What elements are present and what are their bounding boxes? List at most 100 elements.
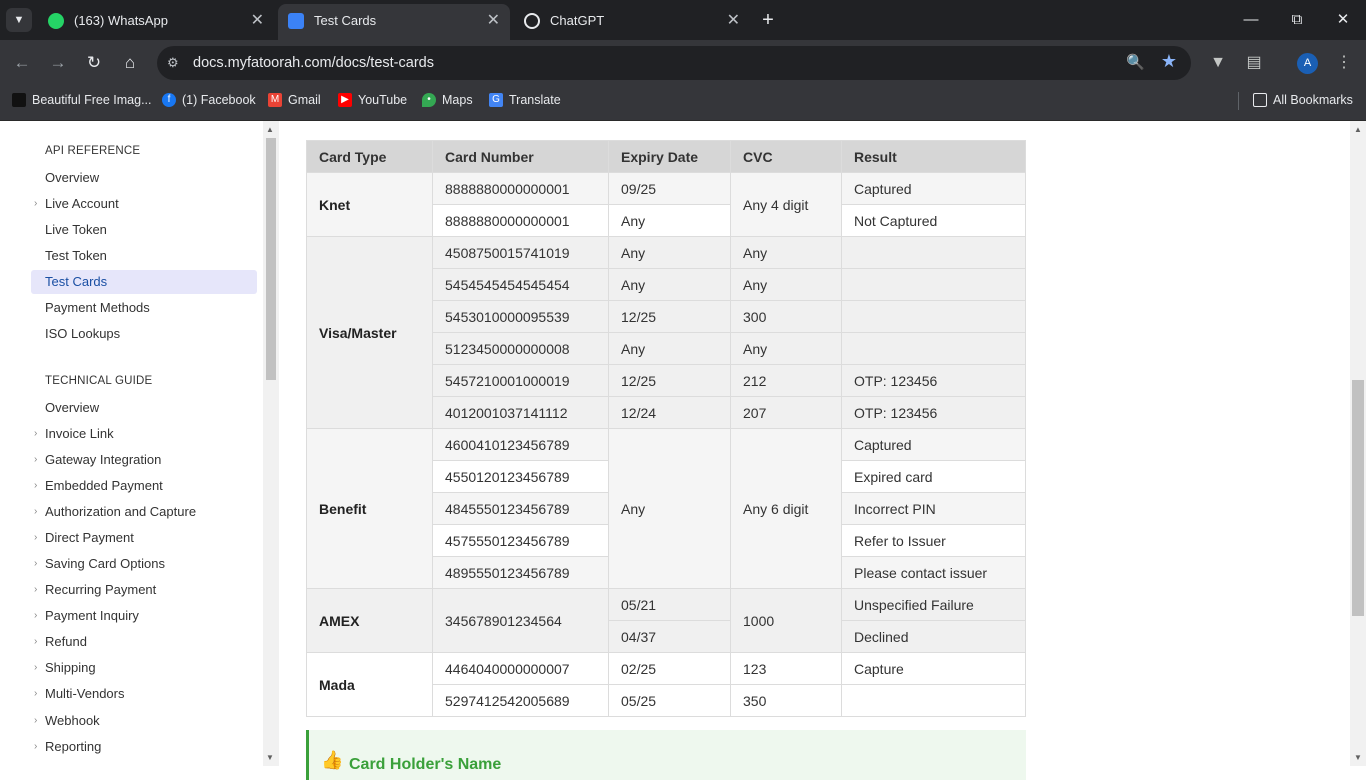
bookmark-item[interactable]: M Gmail [266,86,321,114]
result-cell: Capture [841,652,1026,685]
sidebar-item-multi-vendors[interactable]: › Multi-Vendors [31,682,257,706]
bookmark-label: Translate [509,93,561,107]
chevron-right-icon: › [34,584,38,595]
extensions-icon[interactable]: ▤ [1242,51,1266,75]
forward-button[interactable]: → [46,51,70,75]
sidebar-item-live-account[interactable]: › Live Account [31,192,257,216]
sidebar-item-test-cards[interactable]: Test Cards [31,270,257,294]
column-header: CVC [730,140,842,173]
site-info-icon[interactable]: ⚙ [167,54,185,72]
chatgpt-icon [524,13,540,29]
sidebar-item-test-token[interactable]: Test Token [31,244,257,268]
sidebar-item-label: Test Token [45,248,107,263]
sidebar-item-tech-overview[interactable]: Overview [31,396,257,420]
close-tab-icon[interactable]: ✕ [251,4,264,38]
facebook-icon: f [162,93,176,107]
tab-title: ChatGPT [550,13,605,28]
sidebar-item-gateway-integration[interactable]: › Gateway Integration [31,448,257,472]
sidebar-item-webhook[interactable]: › Webhook [31,709,257,733]
sidebar-item-embedded-payment[interactable]: › Embedded Payment [31,474,257,498]
reload-button[interactable]: ↻ [82,51,106,75]
page-content: API REFERENCE Overview › Live Account Liv… [0,121,1366,780]
card-number-cell: 4508750015741019 [432,236,609,269]
tip-callout: 👍 Card Holder's Name [306,730,1026,780]
sidebar-item-label: Gateway Integration [45,452,162,467]
scrollbar-thumb[interactable] [266,138,276,380]
tab-chatgpt[interactable]: ChatGPT ✕ [514,4,750,40]
bookmark-item[interactable]: f (1) Facebook [160,86,256,114]
chevron-right-icon: › [34,506,38,517]
sidebar-item-overview[interactable]: Overview [31,166,257,190]
sidebar-item-label: Overview [45,400,100,415]
result-cell: OTP: 123456 [841,364,1026,397]
url-text[interactable]: docs.myfatoorah.com/docs/test-cards [193,46,434,80]
sidebar-item-payment-methods[interactable]: Payment Methods [31,296,257,320]
menu-icon[interactable]: ⋮ [1332,51,1356,75]
translate-icon: G [489,93,503,107]
bookmark-label: Beautiful Free Imag... [32,93,152,107]
new-tab-button[interactable]: + [758,8,778,32]
bookmark-item[interactable]: G Translate [487,86,561,114]
expiry-cell: Any [608,268,731,301]
expiry-cell: Any [608,332,731,365]
sidebar-item-iso-lookups[interactable]: ISO Lookups [31,322,257,346]
bookmark-star-icon[interactable]: ★ [1161,51,1177,72]
sidebar-item-direct-payment[interactable]: › Direct Payment [31,526,257,550]
close-tab-icon[interactable]: ✕ [727,4,740,38]
vpn-extension-icon[interactable]: ▼ [1206,51,1230,75]
sidebar-item-live-token[interactable]: Live Token [31,218,257,242]
address-bar[interactable]: ⚙ docs.myfatoorah.com/docs/test-cards 🔍 … [157,46,1191,80]
sidebar-item-saving-card-options[interactable]: › Saving Card Options [31,552,257,576]
result-cell: Please contact issuer [841,556,1026,589]
bookmark-item[interactable]: ▶ YouTube [336,86,407,114]
sidebar-item-label: Direct Payment [45,530,134,545]
scroll-down-icon[interactable]: ▼ [1354,753,1362,762]
bookmark-item[interactable]: Beautiful Free Imag... [10,86,152,114]
sidebar-item-recurring-payment[interactable]: › Recurring Payment [31,578,257,602]
card-number-cell: 4845550123456789 [432,492,609,525]
tab-whatsapp[interactable]: (163) WhatsApp ✕ [38,4,274,40]
sidebar-item-shipping[interactable]: › Shipping [31,656,257,680]
sidebar-item-payment-inquiry[interactable]: › Payment Inquiry [31,604,257,628]
divider [1238,92,1239,110]
scroll-up-icon[interactable]: ▲ [266,125,274,134]
chevron-right-icon: › [34,741,38,752]
gmail-icon: M [268,93,282,107]
scroll-up-icon[interactable]: ▲ [1354,125,1362,134]
sidebar-item-reporting[interactable]: › Reporting [31,735,257,759]
result-cell: Refer to Issuer [841,524,1026,557]
zoom-icon[interactable]: 🔍 [1126,53,1145,71]
cvc-cell: 212 [730,364,842,397]
sidebar-item-refund[interactable]: › Refund [31,630,257,654]
all-bookmarks-button[interactable]: All Bookmarks [1251,86,1353,114]
tab-strip: ▼ (163) WhatsApp ✕ Test Cards ✕ ChatGPT … [0,0,1366,40]
close-tab-icon[interactable]: ✕ [487,4,500,38]
page-scrollbar[interactable]: ▲ ▼ [1350,121,1366,766]
chevron-right-icon: › [34,610,38,621]
cvc-cell: Any [730,268,842,301]
expiry-cell: 04/37 [608,620,731,653]
cvc-cell: 350 [730,684,842,717]
scrollbar-thumb[interactable] [1352,380,1364,616]
bookmark-item[interactable]: • Maps [420,86,473,114]
restore-button[interactable]: ⧉ [1282,8,1312,32]
card-number-cell: 8888880000000001 [432,172,609,205]
close-window-button[interactable]: ✕ [1328,8,1358,32]
sidebar-item-label: Reporting [45,739,102,754]
tab-search-button[interactable]: ▼ [6,8,32,32]
chevron-right-icon: › [34,428,38,439]
sidebar-scrollbar[interactable]: ▲ ▼ [263,121,279,766]
result-cell: OTP: 123456 [841,396,1026,429]
scroll-down-icon[interactable]: ▼ [266,753,274,762]
tab-test-cards[interactable]: Test Cards ✕ [278,4,510,40]
cvc-cell: 1000 [730,588,842,653]
minimize-button[interactable]: — [1236,8,1266,32]
cvc-cell: Any 6 digit [730,428,842,589]
sidebar-item-authorization-capture[interactable]: › Authorization and Capture [31,500,257,524]
profile-avatar[interactable]: A [1297,53,1318,74]
section-heading: API REFERENCE [45,145,141,157]
back-button[interactable]: ← [10,51,34,75]
home-button[interactable]: ⌂ [118,51,142,75]
sidebar-item-label: Recurring Payment [45,582,157,597]
sidebar-item-invoice-link[interactable]: › Invoice Link [31,422,257,446]
